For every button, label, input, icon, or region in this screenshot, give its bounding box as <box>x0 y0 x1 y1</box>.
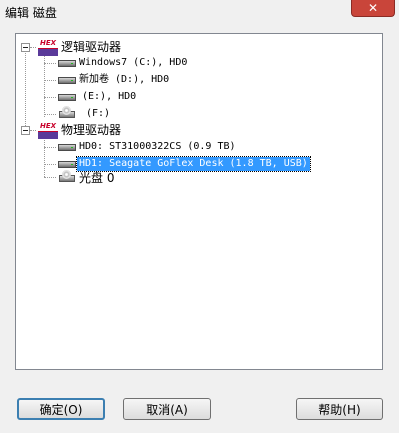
tree-line <box>44 97 56 98</box>
hard-drive-icon <box>58 144 76 151</box>
hex-drive-group-icon: HEX <box>38 122 58 139</box>
tree-line <box>44 147 56 148</box>
tree-line <box>44 114 56 115</box>
dialog-title: 编辑 磁盘 <box>5 6 57 20</box>
tree-item-label: (E:), HD0 <box>82 91 137 102</box>
hex-drive-group-icon: HEX <box>38 39 58 56</box>
tree-item-label: Windows7 (C:), HD0 <box>79 57 188 68</box>
collapse-icon[interactable] <box>21 43 30 52</box>
tree-line <box>25 50 26 130</box>
hard-drive-icon <box>58 94 76 101</box>
ok-button[interactable]: 确定(O) <box>17 398 105 420</box>
close-icon: ✕ <box>367 1 379 15</box>
title-bar[interactable]: 编辑 磁盘 ✕ <box>0 0 399 22</box>
drive-tree[interactable]: HEX 逻辑驱动器 Windows7 (C:), HD0 新加卷 (D:), H… <box>15 33 383 370</box>
help-button[interactable]: 帮助(H) <box>296 398 383 420</box>
close-button[interactable]: ✕ <box>351 0 395 17</box>
hard-drive-icon <box>58 60 76 67</box>
collapse-icon[interactable] <box>21 126 30 135</box>
tree-item-label: (F:) <box>86 108 111 119</box>
edit-disk-dialog: 编辑 磁盘 ✕ HEX 逻辑驱动器 Windows7 (C:), HD0 新加卷… <box>0 0 399 433</box>
tree-line <box>30 47 36 48</box>
tree-item-label: 新加卷 (D:), HD0 <box>79 74 170 85</box>
tree-item-label-selected: HD1: Seagate GoFlex Desk (1.8 TB, USB) <box>76 156 311 172</box>
tree-line <box>30 130 36 131</box>
tree-line <box>44 80 56 81</box>
hard-drive-icon <box>58 77 76 84</box>
tree-line <box>44 63 56 64</box>
tree-item-label: 光盘 0 <box>79 171 115 185</box>
tree-node-label: 逻辑驱动器 <box>61 40 122 54</box>
cancel-button[interactable]: 取消(A) <box>123 398 211 420</box>
tree-node-label: 物理驱动器 <box>61 123 122 137</box>
cd-drive-icon <box>59 170 75 182</box>
tree-item-label: HD0: ST31000322CS (0.9 TB) <box>79 141 236 152</box>
hard-drive-icon <box>58 161 76 168</box>
tree-line <box>44 138 45 177</box>
tree-line <box>44 164 56 165</box>
tree-line <box>44 177 56 178</box>
cd-drive-icon <box>59 106 75 118</box>
